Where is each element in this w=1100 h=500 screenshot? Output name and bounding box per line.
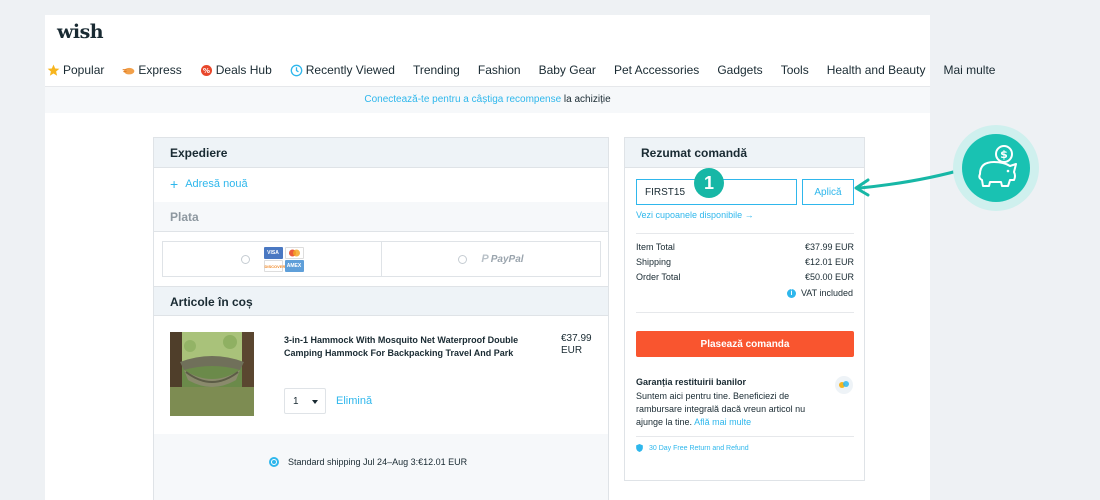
nav-gadgets[interactable]: Gadgets (717, 63, 762, 77)
nav-more-label: Mai multe (943, 63, 996, 77)
nav-pet-accessories-label: Pet Accessories (613, 63, 700, 77)
shipping-value: €12.01 EUR (804, 257, 854, 267)
product-price: €37.99 EUR (561, 333, 592, 356)
nav-deals-hub[interactable]: % Deals Hub (200, 63, 272, 77)
shipping-panel: Expediere + Adresă nouă Plata VISA DISCO… (153, 137, 609, 500)
svg-text:%: % (203, 66, 210, 75)
order-summary-panel: Rezumat comandă Aplică Vezi cupoanele di… (624, 137, 865, 481)
clock-icon (290, 64, 303, 76)
nav-tools[interactable]: Tools (781, 63, 809, 77)
nav-popular[interactable]: Popular (47, 63, 104, 77)
deals-icon: % (200, 64, 212, 76)
chevron-down-icon (312, 400, 318, 404)
item-total-label: Item Total (636, 242, 675, 252)
piggy-bank-icon: $ (962, 134, 1030, 202)
rewards-banner: Conectează-te pentru a câștiga recompens… (45, 87, 930, 113)
nav-gadgets-label: Gadgets (717, 63, 763, 77)
payment-option-paypal[interactable]: P PayPal (381, 241, 601, 277)
category-nav: Popular Express % Deals Hub Recently Vie… (47, 63, 1013, 77)
card-radio[interactable] (240, 254, 250, 264)
nav-more[interactable]: Mai multe (943, 63, 995, 77)
nav-health-beauty-label: Health and Beauty (826, 63, 926, 77)
shield-icon (636, 444, 643, 452)
add-address-label: Adresă nouă (185, 178, 248, 190)
return-policy[interactable]: 30 Day Free Return and Refund (636, 444, 749, 452)
paypal-logo: P PayPal (481, 253, 523, 265)
guarantee-badge-icon (835, 376, 853, 394)
express-icon (123, 67, 135, 74)
shipping-option-standard[interactable]: Standard shipping Jul 24–Aug 3:€12.01 EU… (269, 457, 467, 467)
order-total-label: Order Total (636, 272, 681, 282)
nav-baby-gear[interactable]: Baby Gear (539, 63, 596, 77)
rewards-banner-text: la achiziție (561, 94, 611, 105)
paypal-label: PayPal (490, 253, 524, 265)
order-total-row: Order Total €50.00 EUR (636, 272, 854, 282)
payment-title: Plata (154, 202, 608, 232)
rewards-signin-link[interactable]: Conectează-te pentru a câștiga recompens… (364, 94, 561, 105)
vat-label: VAT included (800, 288, 853, 298)
nav-trending[interactable]: Trending (413, 63, 460, 77)
view-coupons-link[interactable]: Vezi cupoanele disponibile → (636, 210, 754, 220)
remove-item-link[interactable]: Elimină (336, 395, 372, 407)
nav-deals-hub-label: Deals Hub (215, 63, 272, 77)
info-icon[interactable]: i (786, 288, 796, 298)
shipping-radio-selected[interactable] (269, 457, 279, 467)
shipping-option-label: Standard shipping Jul 24–Aug 3:€12.01 EU… (288, 457, 468, 467)
shipping-label: Shipping (636, 257, 672, 267)
quantity-select[interactable]: 1 (284, 388, 326, 414)
guarantee-title: Garanția restituirii banilor (636, 377, 747, 387)
return-policy-label: 30 Day Free Return and Refund (649, 444, 749, 452)
nav-health-beauty[interactable]: Health and Beauty (827, 63, 926, 77)
add-address-link[interactable]: + Adresă nouă (170, 176, 248, 192)
plus-icon: + (170, 176, 179, 192)
summary-divider (636, 233, 854, 234)
cart-title: Articole în coș (154, 286, 608, 316)
nav-express[interactable]: Express (122, 63, 182, 77)
order-total-value: €50.00 EUR (804, 272, 854, 282)
nav-tools-label: Tools (780, 63, 809, 77)
nav-pet-accessories[interactable]: Pet Accessories (614, 63, 699, 77)
paypal-icon: P (481, 253, 489, 265)
product-image[interactable] (170, 332, 254, 416)
place-order-button[interactable]: Plasează comanda (636, 331, 854, 357)
order-summary-title: Rezumat comandă (625, 138, 864, 168)
item-total-value: €37.99 EUR (804, 242, 854, 252)
summary-divider-3 (636, 436, 854, 437)
wish-logo[interactable]: wish (57, 21, 104, 43)
vat-note: i VAT included (786, 288, 853, 298)
svg-text:$: $ (1000, 148, 1008, 161)
summary-divider-2 (636, 312, 854, 313)
checkout-page: wish Popular Express % Deals Hub Recentl… (45, 15, 995, 500)
apply-coupon-button[interactable]: Aplică (802, 179, 854, 205)
shipping-row: Shipping €12.01 EUR (636, 257, 854, 267)
nav-express-label: Express (138, 63, 182, 77)
step-number-badge: 1 (694, 168, 724, 198)
nav-fashion[interactable]: Fashion (478, 63, 521, 77)
guarantee-learn-more-link[interactable]: Află mai multe (694, 417, 751, 427)
guarantee-text: Suntem aici pentru tine. Beneficiezi de … (636, 390, 821, 429)
item-total-row: Item Total €37.99 EUR (636, 242, 854, 252)
paypal-radio[interactable] (458, 254, 468, 264)
product-title[interactable]: 3-in-1 Hammock With Mosquito Net Waterpr… (284, 334, 524, 360)
shipping-title: Expediere (154, 138, 608, 168)
nav-fashion-label: Fashion (477, 63, 521, 77)
shipping-options: Standard shipping Jul 24–Aug 3:€12.01 EU… (154, 434, 608, 500)
quantity-value: 1 (293, 395, 299, 407)
nav-baby-gear-label: Baby Gear (538, 63, 596, 77)
star-icon (47, 64, 60, 76)
payment-option-card[interactable]: VISA DISCOVER AMEX (162, 241, 382, 277)
nav-recently-viewed-label: Recently Viewed (305, 63, 395, 77)
nav-trending-label: Trending (412, 63, 460, 77)
nav-popular-label: Popular (63, 63, 105, 77)
nav-recently-viewed[interactable]: Recently Viewed (290, 63, 395, 77)
card-logos-icon: VISA DISCOVER AMEX (263, 246, 304, 272)
